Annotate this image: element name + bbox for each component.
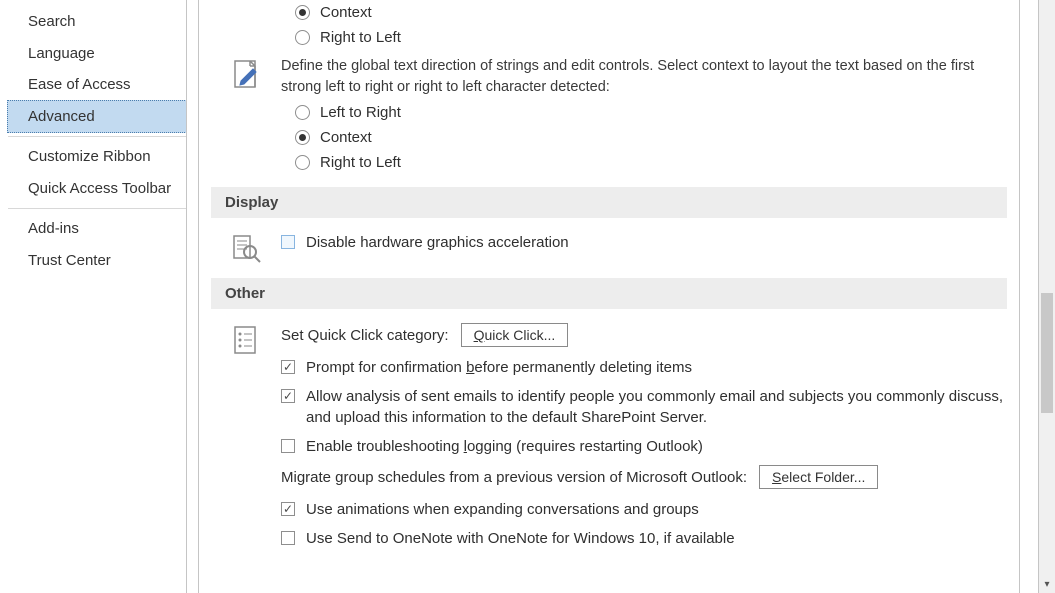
checkbox-icon [281,389,295,403]
sidebar-item-language[interactable]: Language [8,38,186,70]
checkbox-label: Use Send to OneNote with OneNote for Win… [306,528,735,549]
document-edit-icon [227,56,267,92]
checkbox-disable-hardware-graphics[interactable]: Disable hardware graphics acceleration [281,228,1007,257]
checkbox-prompt-confirmation[interactable]: Prompt for confirmation before permanent… [281,353,1007,382]
scrollbar-track[interactable] [1039,0,1055,575]
checkbox-label: Prompt for confirmation before permanent… [306,357,692,378]
radio-option-rtl-1[interactable]: Right to Left [211,25,1007,50]
checkbox-label: Enable troubleshooting logging (requires… [306,436,703,457]
checkbox-icon [281,360,295,374]
radio-icon [295,105,310,120]
checkbox-icon [281,502,295,516]
sidebar-item-trust-center[interactable]: Trust Center [8,245,186,277]
sidebar-item-search[interactable]: Search [8,6,186,38]
list-document-icon [227,319,267,553]
checkbox-use-animations[interactable]: Use animations when expanding conversati… [281,495,1007,524]
checkbox-icon [281,439,295,453]
scrollbar-thumb[interactable] [1041,293,1053,413]
sidebar-item-quick-access-toolbar[interactable]: Quick Access Toolbar [8,173,186,205]
radio-label: Context [320,129,372,146]
radio-label: Right to Left [320,29,401,46]
vertical-scrollbar[interactable]: ▾ [1038,0,1055,593]
checkbox-label: Disable hardware graphics acceleration [306,232,569,253]
checkbox-icon [281,235,295,249]
scrollbar-down-arrow-icon[interactable]: ▾ [1039,575,1055,593]
sidebar-separator [8,208,186,209]
checkbox-label: Use animations when expanding conversati… [306,499,699,520]
display-magnifier-icon [227,228,267,266]
radio-icon [295,5,310,20]
migrate-schedules-label: Migrate group schedules from a previous … [281,469,747,486]
checkbox-label: Allow analysis of sent emails to identif… [306,386,1007,428]
quick-click-label: Set Quick Click category: [281,327,449,344]
sidebar-item-advanced[interactable]: Advanced [7,100,187,134]
radio-label: Context [320,4,372,21]
sidebar-separator [8,136,186,137]
checkbox-use-send-to-onenote[interactable]: Use Send to OneNote with OneNote for Win… [281,524,1007,553]
radio-label: Right to Left [320,154,401,171]
sidebar-item-customize-ribbon[interactable]: Customize Ribbon [8,141,186,173]
quick-click-button[interactable]: Quick Click... [461,323,569,347]
checkbox-icon [281,531,295,545]
options-content: Context Right to Left Define the global … [198,0,1020,593]
bidi-description: Define the global text direction of stri… [281,56,1001,98]
radio-icon [295,155,310,170]
radio-icon [295,30,310,45]
section-header-other: Other [211,278,1007,309]
sidebar-item-add-ins[interactable]: Add-ins [8,213,186,245]
sidebar-item-ease-of-access[interactable]: Ease of Access [8,69,186,101]
checkbox-enable-logging[interactable]: Enable troubleshooting logging (requires… [281,432,1007,461]
radio-label: Left to Right [320,104,401,121]
radio-option-context-2[interactable]: Context [211,125,1007,150]
radio-option-context-1[interactable]: Context [211,0,1007,25]
options-sidebar: Search Language Ease of Access Advanced … [8,0,186,276]
radio-option-ltr[interactable]: Left to Right [211,100,1007,125]
sidebar-border [186,0,187,593]
checkbox-allow-analysis[interactable]: Allow analysis of sent emails to identif… [281,382,1007,432]
section-header-display: Display [211,187,1007,218]
radio-option-rtl-2[interactable]: Right to Left [211,150,1007,175]
select-folder-button[interactable]: Select Folder... [759,465,878,489]
radio-icon [295,130,310,145]
